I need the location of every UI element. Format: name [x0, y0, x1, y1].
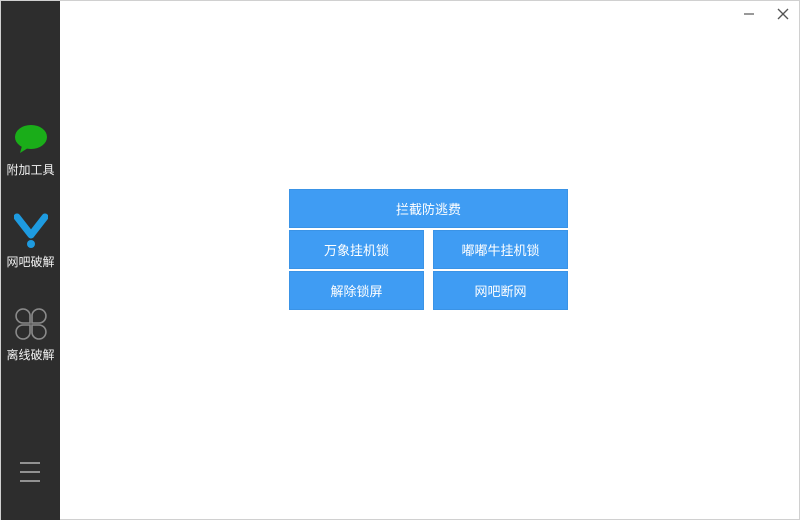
main-panel: 拦截防逃费 万象挂机锁 嘟嘟牛挂机锁 解除锁屏 网吧断网 [60, 1, 800, 520]
dudu-niu-hang-lock-button[interactable]: 嘟嘟牛挂机锁 [433, 230, 568, 269]
hamburger-menu-icon[interactable] [19, 461, 41, 483]
netbar-disconnect-button[interactable]: 网吧断网 [433, 271, 568, 310]
clover-icon [13, 306, 49, 342]
wanxiang-hang-lock-button[interactable]: 万象挂机锁 [289, 230, 424, 269]
sidebar-item-netbar-crack[interactable]: 网吧破解 [1, 213, 60, 270]
sidebar-item-addon-tools[interactable]: 附加工具 [1, 121, 60, 178]
sidebar-item-label: 离线破解 [6, 348, 55, 362]
unlock-screen-button[interactable]: 解除锁屏 [289, 271, 424, 310]
app-window: 附加工具 网吧破解 离线破解 拦截防逃费 万象挂机锁 嘟嘟牛挂机锁 解除锁屏 网… [0, 0, 800, 520]
sidebar-item-label: 网吧破解 [6, 255, 55, 269]
sidebar-item-offline-crack[interactable]: 离线破解 [1, 306, 60, 363]
intercept-anti-escape-button[interactable]: 拦截防逃费 [289, 189, 568, 228]
sidebar-item-label: 附加工具 [6, 163, 55, 177]
sidebar: 附加工具 网吧破解 离线破解 [1, 1, 60, 520]
check-pin-icon [13, 213, 49, 249]
chat-bubble-icon [13, 121, 49, 157]
